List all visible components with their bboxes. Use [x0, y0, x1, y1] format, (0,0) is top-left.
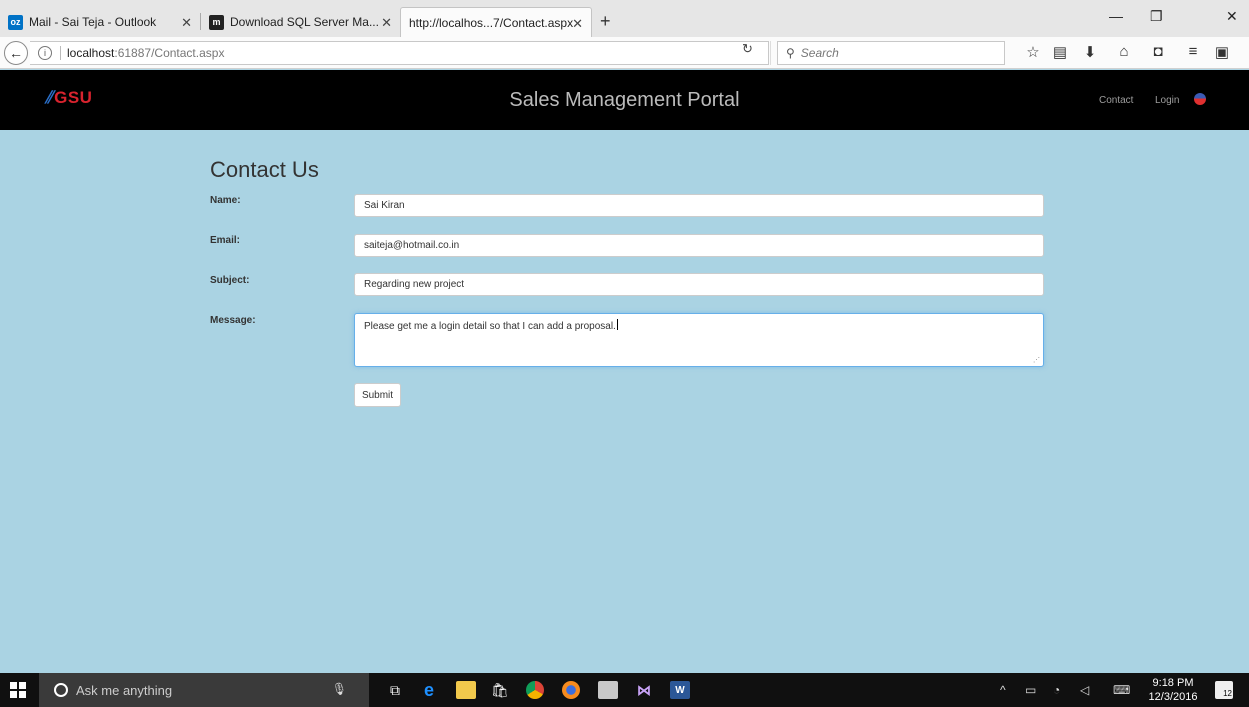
page-title: Contact Us [210, 157, 319, 182]
browser-tab-strip: oz Mail - Sai Teja - Outlook ✕ m Downloa… [0, 0, 1249, 37]
browser-search-input[interactable]: ⚲ Search [777, 41, 1005, 65]
m-site-icon: m [209, 14, 224, 30]
submit-button[interactable]: Submit [354, 383, 401, 407]
cortana-search-box[interactable]: Ask me anything 🎙 [39, 673, 369, 707]
restore-icon[interactable]: ❐ [1150, 8, 1163, 25]
tab-contact-active[interactable]: http://localhos...7/Contact.aspx ✕ [400, 7, 592, 37]
email-label: Email: [210, 235, 241, 246]
tab-label: Mail - Sai Teja - Outlook [29, 15, 157, 29]
bookmark-star-icon[interactable]: ☆ [1023, 43, 1043, 61]
firefox-icon[interactable] [562, 681, 580, 699]
site-header: ⫽GSU Sales Management Portal Contact Log… [0, 70, 1249, 130]
reading-list-icon[interactable]: ▤ [1050, 43, 1070, 61]
store-icon[interactable]: 🛍 [490, 681, 510, 699]
name-label: Name: [210, 195, 241, 206]
nav-contact-link[interactable]: Contact [1099, 95, 1133, 106]
close-tab-icon[interactable]: ✕ [181, 15, 192, 31]
close-tab-icon[interactable]: ✕ [572, 16, 583, 32]
microphone-icon[interactable]: 🎙 [332, 682, 347, 696]
search-icon: ⚲ [786, 46, 795, 60]
message-text: Please get me a login detail so that I c… [364, 321, 616, 332]
nav-login-link[interactable]: Login [1155, 95, 1179, 106]
visual-studio-icon[interactable]: ⋈ [634, 681, 654, 699]
minimize-icon[interactable]: — [1109, 8, 1123, 24]
divider [770, 41, 771, 65]
subject-label: Subject: [210, 275, 250, 286]
language-flag-icon[interactable] [1194, 93, 1206, 105]
close-window-icon[interactable]: ✕ [1226, 8, 1238, 25]
resize-grip-icon[interactable]: ⋰ [1033, 356, 1040, 364]
new-tab-plus-icon[interactable]: + [600, 11, 611, 32]
windows-start-icon[interactable] [10, 682, 26, 698]
message-textarea[interactable]: Please get me a login detail so that I c… [354, 313, 1044, 367]
app-thumbnail-icon[interactable] [598, 681, 618, 699]
pocket-icon[interactable]: ◘ [1148, 43, 1168, 60]
info-icon[interactable]: i [38, 46, 52, 60]
reload-icon[interactable]: ↻ [742, 41, 753, 57]
action-center-icon[interactable]: 12 [1215, 681, 1233, 699]
back-arrow-icon[interactable]: ← [4, 41, 28, 65]
edge-icon[interactable]: e [419, 680, 439, 700]
word-icon[interactable]: W [670, 681, 690, 699]
search-placeholder: Search [800, 46, 839, 60]
extension-icon[interactable]: ▣ [1212, 43, 1232, 61]
home-icon[interactable]: ⌂ [1114, 43, 1134, 60]
address-bar[interactable]: i localhost :61887/Contact.aspx [30, 41, 769, 65]
message-label: Message: [210, 315, 256, 326]
portal-title: Sales Management Portal [509, 89, 740, 111]
system-clock[interactable]: 9:18 PM 12/3/2016 [1145, 676, 1201, 704]
notification-count: 12 [1223, 689, 1232, 698]
show-hidden-icons-icon[interactable]: ^ [1000, 683, 1006, 697]
clock-date: 12/3/2016 [1148, 691, 1198, 703]
task-view-icon[interactable]: ⧉ [385, 681, 405, 699]
volume-icon[interactable]: ◁ [1080, 683, 1089, 697]
keyboard-icon[interactable]: ⌨ [1113, 683, 1130, 697]
outlook-icon: oz [8, 14, 23, 30]
tab-outlook-mail[interactable]: oz Mail - Sai Teja - Outlook ✕ [0, 7, 200, 37]
tab-label: Download SQL Server Ma... [230, 15, 379, 29]
url-host: localhost [67, 46, 115, 60]
cortana-placeholder: Ask me anything [76, 682, 173, 698]
cortana-circle-icon [54, 683, 68, 697]
divider [60, 46, 61, 60]
text-caret [616, 319, 618, 330]
wifi-icon[interactable]: ◔ [1053, 683, 1060, 697]
clock-time: 9:18 PM [1152, 677, 1194, 689]
name-field[interactable]: Sai Kiran [354, 194, 1044, 217]
menu-hamburger-icon[interactable]: ≡ [1183, 43, 1203, 60]
subject-field[interactable]: Regarding new project [354, 273, 1044, 296]
close-tab-icon[interactable]: ✕ [381, 15, 392, 31]
email-field[interactable]: saiteja@hotmail.co.in [354, 234, 1044, 257]
windows-taskbar: Ask me anything 🎙 ⧉ e 🛍 ⋈ W ^ ▭ ◔ ◁ ⌨ 9:… [0, 673, 1249, 707]
battery-icon[interactable]: ▭ [1025, 683, 1036, 697]
tab-sql-server-download[interactable]: m Download SQL Server Ma... ✕ [201, 7, 400, 37]
file-explorer-icon[interactable] [456, 681, 476, 699]
download-icon[interactable]: ⬇ [1080, 43, 1100, 61]
tab-label: http://localhos...7/Contact.aspx [409, 15, 574, 30]
chrome-icon[interactable] [526, 681, 544, 699]
url-path: :61887/Contact.aspx [114, 46, 225, 60]
